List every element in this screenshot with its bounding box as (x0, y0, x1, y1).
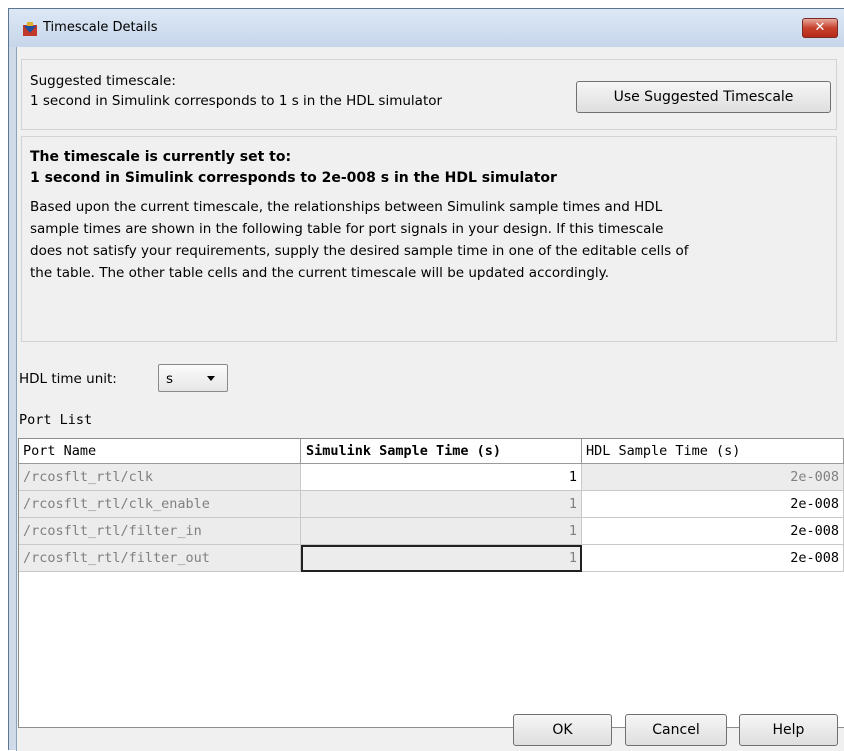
table-row-simulink-time-cell-focused[interactable]: 1 (301, 545, 582, 572)
desc-line-3: does not satisfy your requirements, supp… (30, 243, 689, 259)
dialog-body: Suggested timescale: 1 second in Simulin… (16, 47, 844, 751)
table-row-port-name: /rcosflt_rtl/clk_enable (19, 491, 301, 518)
timescale-details-window: Timescale Details ✕ Suggested timescale:… (8, 8, 844, 751)
current-title-line-1: The timescale is currently set to: (30, 149, 292, 165)
column-header-hdl-sample-time[interactable]: HDL Sample Time (s) (582, 439, 844, 464)
table-row-hdl-time-cell[interactable]: 2e-008 (582, 491, 844, 518)
port-list-label: Port List (19, 412, 93, 428)
table-row-hdl-time-cell[interactable]: 2e-008 (582, 545, 844, 572)
suggested-description: 1 second in Simulink corresponds to 1 s … (30, 93, 443, 109)
table-row-port-name: /rcosflt_rtl/filter_in (19, 518, 301, 545)
column-header-simulink-sample-time[interactable]: Simulink Sample Time (s) (301, 439, 582, 464)
table-row-simulink-time-cell: 1 (301, 518, 582, 545)
current-timescale-description: Based upon the current timescale, the re… (30, 196, 830, 284)
window-title: Timescale Details (43, 20, 158, 35)
desc-line-1: Based upon the current timescale, the re… (30, 199, 663, 215)
use-suggested-timescale-button[interactable]: Use Suggested Timescale (576, 81, 831, 113)
hdl-time-unit-value: s (166, 371, 174, 387)
suggested-timescale-text: Suggested timescale: 1 second in Simulin… (30, 71, 442, 111)
current-title-line-2: 1 second in Simulink corresponds to 2e-0… (30, 170, 557, 186)
column-header-port-name[interactable]: Port Name (19, 439, 301, 464)
port-list-table[interactable]: Port Name Simulink Sample Time (s) HDL S… (18, 438, 844, 728)
cancel-button[interactable]: Cancel (625, 714, 727, 746)
suggested-label: Suggested timescale: (30, 73, 176, 89)
table-row-simulink-time-cell[interactable]: 1 (301, 464, 582, 491)
table-row-port-name: /rcosflt_rtl/clk (19, 464, 301, 491)
suggested-timescale-panel: Suggested timescale: 1 second in Simulin… (21, 59, 837, 130)
current-timescale-heading: The timescale is currently set to: 1 sec… (30, 147, 557, 189)
desc-line-4: the table. The other table cells and the… (30, 265, 610, 281)
help-button[interactable]: Help (739, 714, 838, 746)
title-bar[interactable]: Timescale Details ✕ (9, 9, 844, 47)
simulink-app-icon (23, 22, 37, 36)
hdl-time-unit-label: HDL time unit: (19, 371, 117, 387)
chevron-down-icon (207, 376, 215, 381)
table-row-simulink-time-cell: 1 (301, 491, 582, 518)
close-icon[interactable]: ✕ (802, 18, 838, 38)
hdl-time-unit-dropdown[interactable]: s (158, 364, 228, 392)
desc-line-2: sample times are shown in the following … (30, 221, 664, 237)
table-row-port-name: /rcosflt_rtl/filter_out (19, 545, 301, 572)
table-row-hdl-time-cell[interactable]: 2e-008 (582, 518, 844, 545)
ok-button[interactable]: OK (513, 714, 612, 746)
current-timescale-panel: The timescale is currently set to: 1 sec… (21, 136, 837, 342)
table-row-hdl-time-cell: 2e-008 (582, 464, 844, 491)
